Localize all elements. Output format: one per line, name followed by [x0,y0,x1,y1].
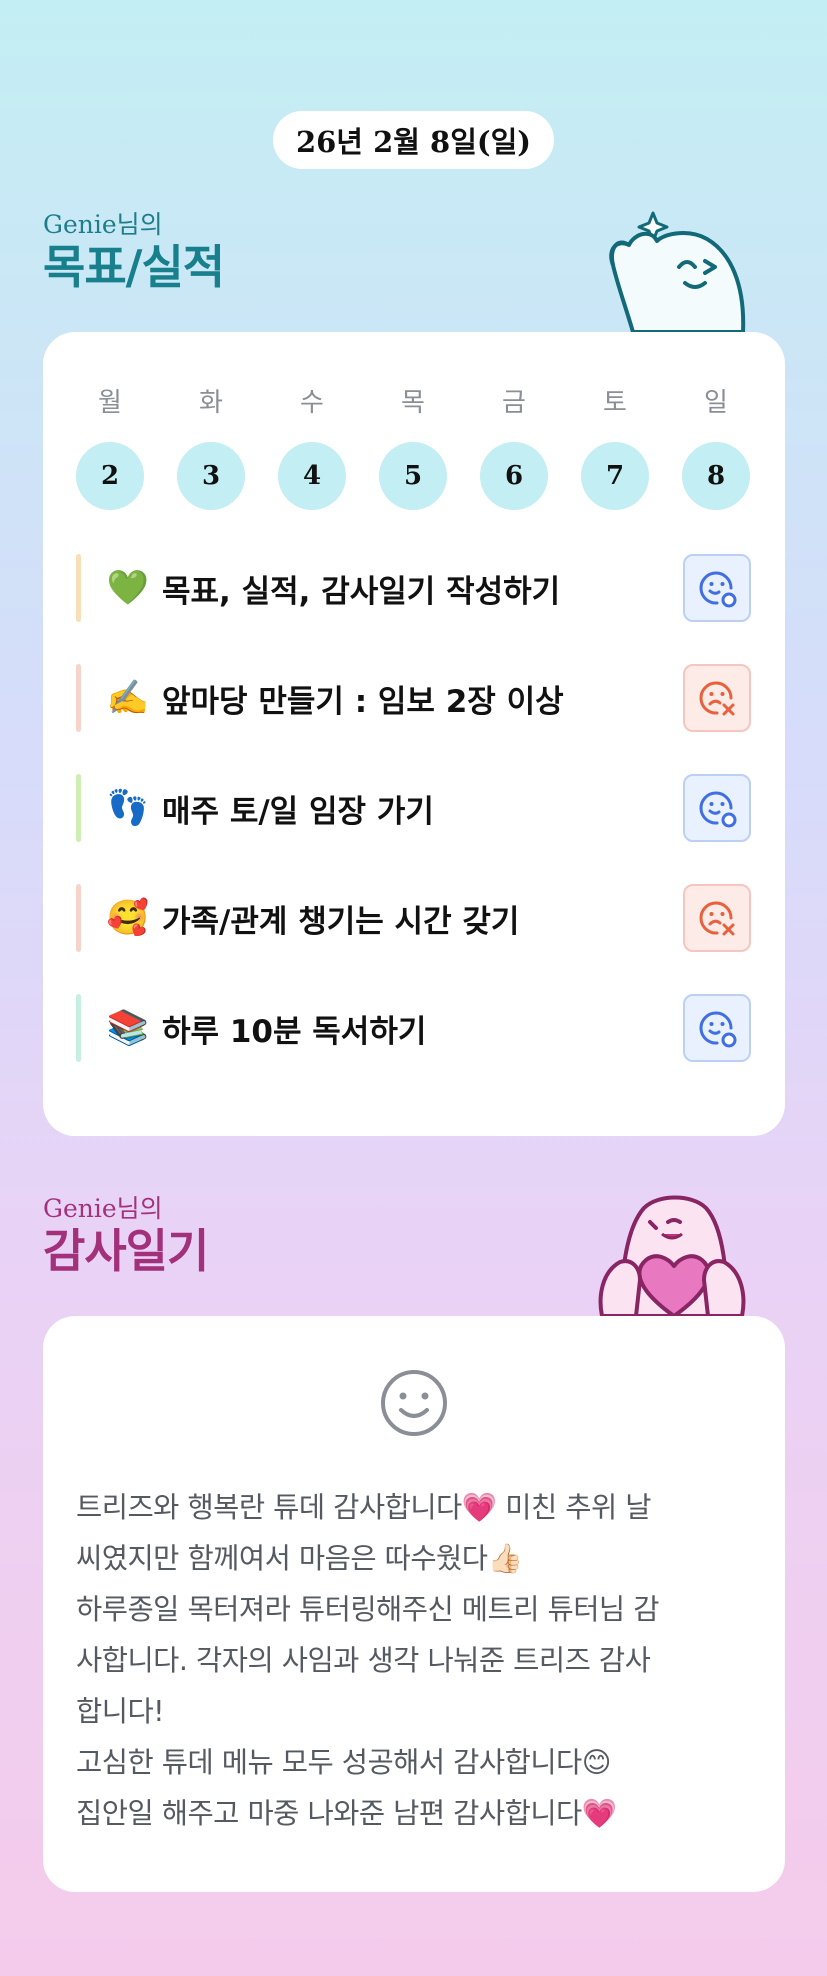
date-row: 2 3 4 5 6 7 8 [76,442,750,510]
diary-line: 집안일 해주고 마중 나와준 남편 감사합니다💗 [76,1797,617,1830]
goal-item: 👣 매주 토/일 임장 가기 [76,774,751,842]
goals-section-title: 목표/실적 [43,240,225,294]
frown-x-icon [699,901,735,936]
day-button[interactable]: 7 [581,442,649,510]
day-button[interactable]: 4 [278,442,346,510]
diary-line: 고심한 튜데 메뉴 모두 성공해서 감사합니다😊 [76,1746,611,1779]
goal-item: 💚 목표, 실적, 감사일기 작성하기 [76,554,751,622]
diary-line: 트리즈와 행복란 튜데 감사합니다💗 미친 추위 날 [76,1491,652,1524]
goal-status-done-button[interactable] [683,774,751,842]
mascot-heart-icon [598,1195,746,1316]
smile-check-icon [699,571,737,608]
goal-accent-bar [76,994,81,1062]
goal-accent-bar [76,554,81,622]
smile-check-icon [699,791,737,828]
goal-label: 가족/관계 챙기는 시간 갖기 [162,903,520,940]
footprints-icon: 👣 [106,788,150,828]
day-button[interactable]: 5 [379,442,447,510]
goals-section-header: Genie님의 목표/실적 [43,210,225,294]
mascot-thumbs-up-icon [609,211,746,332]
writing-hand-icon: ✍️ [106,678,150,718]
weekday-label: 금 [502,388,526,418]
books-icon: 📚 [106,1008,150,1048]
goal-accent-bar [76,774,81,842]
goal-item: ✍️ 앞마당 만들기 : 임보 2장 이상 [76,664,751,732]
diary-owner-label: Genie님의 [43,1194,163,1223]
day-button[interactable]: 3 [177,442,245,510]
weekday-label: 수 [300,388,324,418]
diary-card: 트리즈와 행복란 튜데 감사합니다💗 미친 추위 날 씨였지만 함께여서 마음은… [43,1316,785,1892]
goal-status-fail-button[interactable] [683,884,751,952]
date-pill: 26년 2월 8일(일) [273,111,554,169]
diary-line: 사합니다. 각자의 사임과 생각 나눠준 트리즈 감사 [76,1644,651,1677]
frown-x-icon [699,681,735,716]
goal-item: 📚 하루 10분 독서하기 [76,994,751,1062]
day-button[interactable]: 6 [480,442,548,510]
weekday-label: 화 [199,388,223,418]
goal-status-done-button[interactable] [683,554,751,622]
goal-label: 하루 10분 독서하기 [162,1013,427,1050]
smile-face-icon [381,1370,447,1436]
goal-label: 매주 토/일 임장 가기 [162,793,434,830]
weekday-row: 월 화 수 목 금 토 일 [76,382,750,419]
smile-check-icon [699,1011,737,1048]
goal-accent-bar [76,884,81,952]
diary-line: 합니다! [76,1695,165,1728]
goal-accent-bar [76,664,81,732]
diary-line: 씨였지만 함께여서 마음은 따수웠다👍🏻 [76,1542,523,1575]
goal-label: 목표, 실적, 감사일기 작성하기 [162,573,561,610]
day-button[interactable]: 8 [682,442,750,510]
diary-section-title: 감사일기 [43,1224,209,1278]
day-button[interactable]: 2 [76,442,144,510]
goals-card: 월 화 수 목 금 토 일 2 3 4 5 6 7 8 💚 목표, 실적, 감사… [43,332,785,1136]
goal-item: 🥰 가족/관계 챙기는 시간 갖기 [76,884,751,952]
goals-owner-label: Genie님의 [43,210,163,239]
diary-entry-text: 트리즈와 행복란 튜데 감사합니다💗 미친 추위 날 씨였지만 함께여서 마음은… [76,1482,756,1839]
weekday-label: 월 [98,388,122,418]
weekday-label: 일 [704,388,728,418]
diary-section-header: Genie님의 감사일기 [43,1194,209,1278]
weekday-label: 목 [401,388,425,418]
weekday-label: 토 [603,388,627,418]
goal-list: 💚 목표, 실적, 감사일기 작성하기 ✍️ 앞마당 만들기 : 임보 2장 이… [76,554,751,1104]
goal-label: 앞마당 만들기 : 임보 2장 이상 [162,683,564,720]
goal-status-fail-button[interactable] [683,664,751,732]
diary-line: 하루종일 목터져라 튜터링해주신 메트리 튜터님 감 [76,1593,659,1626]
smiling-face-hearts-icon: 🥰 [106,898,150,938]
green-heart-icon: 💚 [106,568,150,608]
goal-status-done-button[interactable] [683,994,751,1062]
